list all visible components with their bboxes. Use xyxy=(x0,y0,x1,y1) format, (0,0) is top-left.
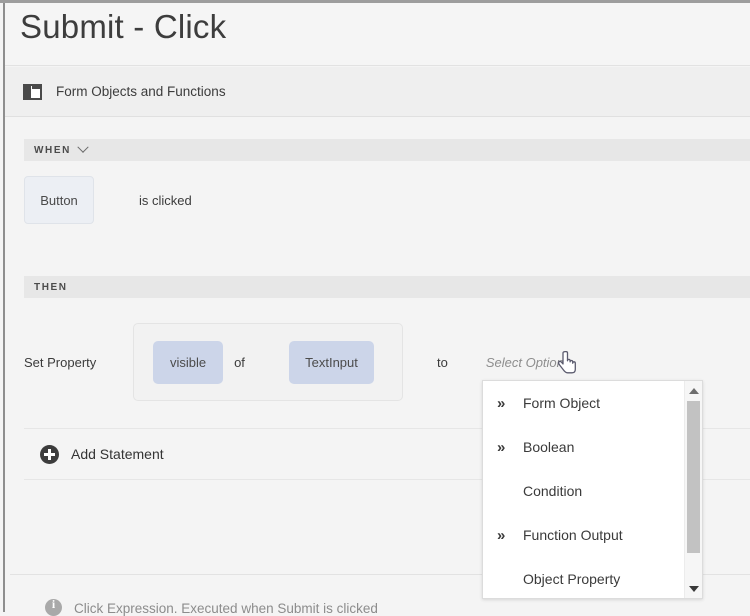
double-chevron-right-icon: » xyxy=(497,526,506,544)
double-chevron-right-icon: » xyxy=(497,394,506,412)
submenu-arrow-placeholder xyxy=(497,483,523,500)
when-predicate-label: is clicked xyxy=(139,192,192,208)
trigger-object-chip[interactable]: Button xyxy=(24,176,94,224)
dropdown-scrollbar[interactable] xyxy=(684,381,702,598)
to-connector-label: to xyxy=(437,354,448,370)
form-window-icon xyxy=(23,83,42,100)
section-header: Form Objects and Functions xyxy=(5,67,750,117)
info-icon xyxy=(45,597,62,616)
scroll-down-arrow-icon[interactable] xyxy=(685,580,702,597)
triangle-up-glyph xyxy=(688,387,699,394)
dropdown-item-function-output[interactable]: » Function Output xyxy=(483,513,685,557)
set-property-action-label: Set Property xyxy=(24,354,97,370)
target-object-chip[interactable]: TextInput xyxy=(289,340,374,384)
triangle-down-glyph xyxy=(688,585,699,592)
submenu-arrow-placeholder xyxy=(497,571,523,588)
then-keyword-label: THEN xyxy=(34,281,68,293)
dropdown-scrollbar-thumb[interactable] xyxy=(687,401,700,553)
dropdown-item-condition[interactable]: Condition xyxy=(483,469,685,513)
add-statement-label: Add Statement xyxy=(71,446,164,462)
plus-circle-icon[interactable] xyxy=(40,444,59,464)
when-clause-row: Button is clicked xyxy=(24,175,750,225)
dropdown-item-list: » Form Object » Boolean Condition » Func… xyxy=(483,381,685,598)
statement-operand-box: visible of TextInput xyxy=(133,323,403,401)
dropdown-item-label: Condition xyxy=(523,483,583,499)
then-clause-band[interactable]: THEN xyxy=(24,276,750,298)
dropdown-item-label: Form Object xyxy=(523,395,601,411)
dropdown-item-label: Boolean xyxy=(523,439,575,455)
property-chip[interactable]: visible xyxy=(153,340,223,384)
application-frame: Submit - Click Form Objects and Function… xyxy=(0,0,750,616)
dropdown-item-form-object[interactable]: » Form Object xyxy=(483,381,685,425)
title-bar: Submit - Click xyxy=(5,3,750,66)
dropdown-item-boolean[interactable]: » Boolean xyxy=(483,425,685,469)
double-chevron-right-icon: » xyxy=(497,438,506,456)
scroll-up-arrow-icon[interactable] xyxy=(685,382,702,399)
chevron-down-icon[interactable] xyxy=(77,141,89,153)
dropdown-item-object-property[interactable]: Object Property xyxy=(483,557,685,598)
select-option-dropdown-panel[interactable]: » Form Object » Boolean Condition » Func… xyxy=(482,380,703,599)
of-connector-label: of xyxy=(234,354,245,370)
dropdown-item-label: Function Output xyxy=(523,527,623,543)
when-keyword-label: WHEN xyxy=(34,144,71,156)
when-clause-band[interactable]: WHEN xyxy=(24,139,750,161)
select-option-dropdown-trigger[interactable]: Select Option xyxy=(486,355,564,370)
page-title: Submit - Click xyxy=(20,8,227,45)
dropdown-item-label: Object Property xyxy=(523,571,621,587)
footer-description-label: Click Expression. Executed when Submit i… xyxy=(74,601,378,616)
section-header-label: Form Objects and Functions xyxy=(56,84,226,99)
